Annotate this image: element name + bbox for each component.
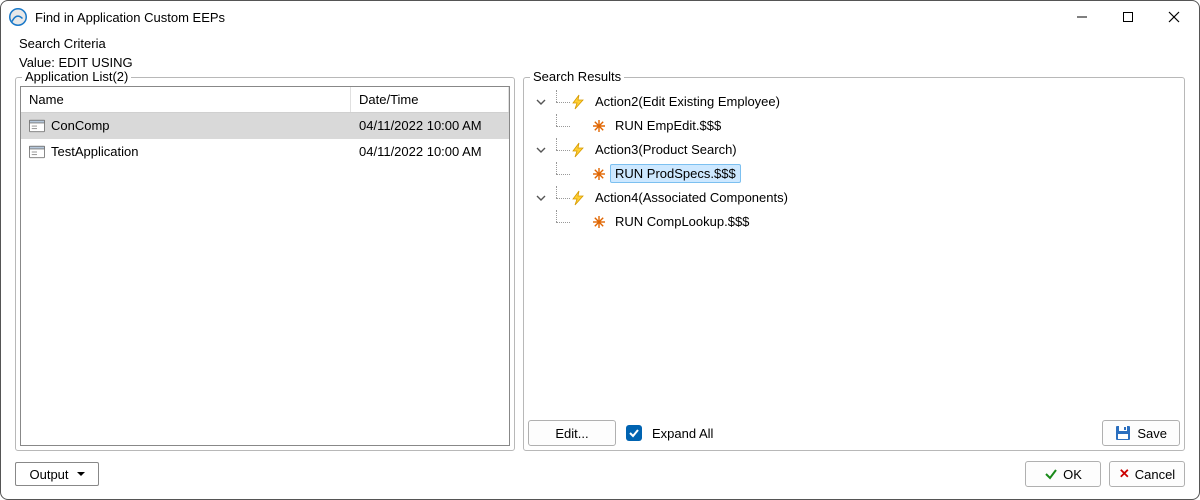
action-icon [570,142,586,158]
minimize-icon [1076,11,1088,23]
app-icon [9,8,27,26]
window-title: Find in Application Custom EEPs [35,10,225,25]
tree-node[interactable]: Action3(Product Search) [534,138,1180,162]
tree-connector [552,162,588,186]
cancel-button[interactable]: ✕ Cancel [1109,461,1185,487]
edit-button[interactable]: Edit... [528,420,616,446]
save-icon [1115,425,1131,441]
tree-node[interactable]: Action2(Edit Existing Employee) [534,90,1180,114]
run-icon [592,215,606,229]
close-icon [1168,11,1180,23]
maximize-button[interactable] [1105,2,1151,32]
expander-icon[interactable] [534,191,548,205]
tree-connector [552,138,566,162]
main-panes: Application List(2) Name Date/Time ConCo… [1,77,1199,451]
listview-header: Name Date/Time [21,87,509,113]
tree-connector [552,186,566,210]
tree-leaf[interactable]: RUN CompLookup.$$$ [534,210,1180,234]
tree-node[interactable]: Action4(Associated Components) [534,186,1180,210]
list-item[interactable]: TestApplication 04/11/2022 10:00 AM [21,139,509,165]
maximize-icon [1122,11,1134,23]
tree-node-label: Action4(Associated Components) [590,188,793,207]
tree-leaf-label: RUN CompLookup.$$$ [610,212,754,231]
close-button[interactable] [1151,2,1197,32]
application-listview[interactable]: Name Date/Time ConComp 04/11/2022 10:00 … [20,86,510,446]
run-icon [592,167,606,181]
cancel-label: Cancel [1135,467,1175,482]
tree-connector [552,210,588,234]
results-toolbar: Edit... Expand All Save [528,412,1180,446]
col-name[interactable]: Name [21,87,351,112]
list-item-date: 04/11/2022 10:00 AM [351,144,509,159]
tree-leaf[interactable]: RUN EmpEdit.$$$ [534,114,1180,138]
col-date[interactable]: Date/Time [351,87,509,112]
expander-icon[interactable] [534,95,548,109]
application-list-legend: Application List(2) [22,69,131,84]
results-tree[interactable]: Action2(Edit Existing Employee) RUN EmpE… [528,86,1180,412]
chevron-down-icon [77,470,85,478]
check-icon [1044,467,1058,481]
application-list-group: Application List(2) Name Date/Time ConCo… [15,77,515,451]
search-results-legend: Search Results [530,69,624,84]
list-item-name: ConComp [51,118,110,133]
search-results-group: Search Results Action2(Edit Existing Emp… [523,77,1185,451]
form-icon [29,145,45,159]
tree-connector [552,90,566,114]
run-icon [592,119,606,133]
expander-icon[interactable] [534,143,548,157]
ok-label: OK [1063,467,1082,482]
tree-node-label: Action3(Product Search) [590,140,742,159]
listview-body: ConComp 04/11/2022 10:00 AM TestApplicat… [21,113,509,445]
save-button[interactable]: Save [1102,420,1180,446]
output-label: Output [29,467,68,482]
expand-all-checkbox[interactable] [626,425,642,441]
ok-button[interactable]: OK [1025,461,1101,487]
footer: Output OK ✕ Cancel [1,451,1199,499]
dialog-window: Find in Application Custom EEPs Search C… [0,0,1200,500]
tree-node-label: Action2(Edit Existing Employee) [590,92,785,111]
titlebar: Find in Application Custom EEPs [1,1,1199,33]
list-item-date: 04/11/2022 10:00 AM [351,118,509,133]
list-item[interactable]: ConComp 04/11/2022 10:00 AM [21,113,509,139]
x-icon: ✕ [1119,466,1130,482]
save-button-label: Save [1137,426,1167,441]
minimize-button[interactable] [1059,2,1105,32]
action-icon [570,190,586,206]
check-icon [628,427,640,439]
tree-leaf-label: RUN ProdSpecs.$$$ [610,164,741,183]
output-dropdown[interactable]: Output [15,462,99,486]
tree-leaf[interactable]: RUN ProdSpecs.$$$ [534,162,1180,186]
list-item-name: TestApplication [51,144,138,159]
expand-all-label: Expand All [652,426,713,441]
criteria-heading: Search Criteria [19,35,1187,54]
action-icon [570,94,586,110]
form-icon [29,119,45,133]
tree-leaf-label: RUN EmpEdit.$$$ [610,116,726,135]
tree-connector [552,114,588,138]
